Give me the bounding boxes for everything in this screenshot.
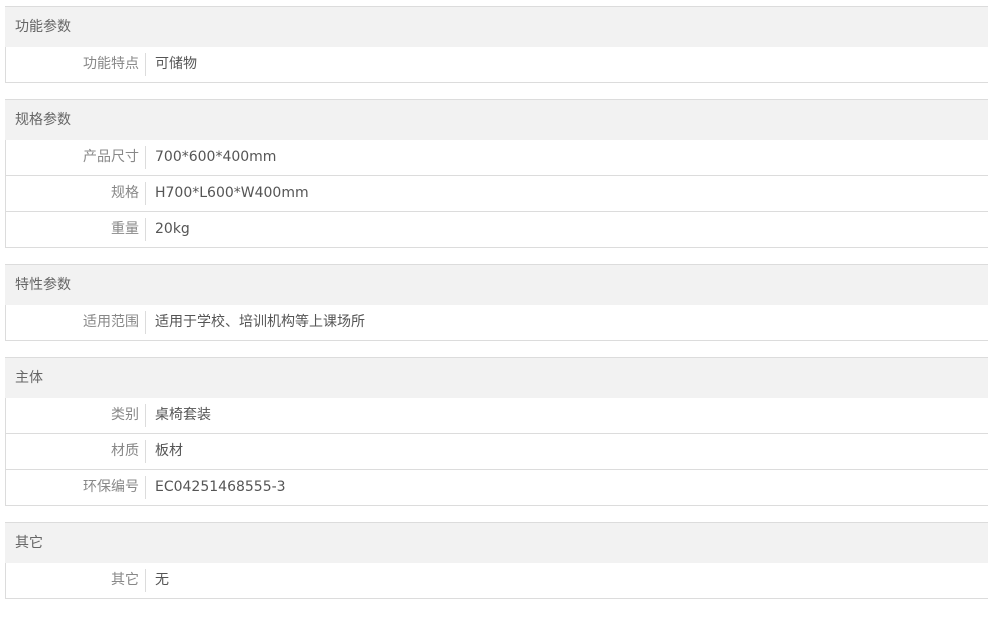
group-title: 特性参数	[5, 265, 988, 305]
row-value: 板材	[155, 443, 183, 459]
row-value: 无	[155, 572, 169, 588]
spec-row: 其它 无	[5, 563, 988, 599]
row-value: 20kg	[155, 221, 190, 237]
row-label: 产品尺寸	[83, 149, 139, 165]
row-value: H700*L600*W400mm	[155, 185, 309, 201]
row-label: 其它	[111, 572, 139, 588]
group-title: 主体	[5, 358, 988, 398]
group-title: 功能参数	[5, 7, 988, 47]
row-value: 可储物	[155, 56, 197, 72]
spec-group-specification: 规格参数 产品尺寸 700*600*400mm 规格 H700*L600*W40…	[5, 99, 988, 248]
spec-table: 功能参数 功能特点 可储物 规格参数 产品尺寸 700*600*400mm 规格…	[5, 6, 988, 599]
spec-group-main-body: 主体 类别 桌椅套装 材质 板材 环保编号 EC04251468555-3	[5, 357, 988, 506]
spec-row: 环保编号 EC04251468555-3	[5, 470, 988, 506]
group-title: 其它	[5, 523, 988, 563]
spec-row: 规格 H700*L600*W400mm	[5, 176, 988, 212]
spec-row: 材质 板材	[5, 434, 988, 470]
spec-group-features: 特性参数 适用范围 适用于学校、培训机构等上课场所	[5, 264, 988, 341]
row-value: 适用于学校、培训机构等上课场所	[155, 314, 365, 330]
spec-row: 功能特点 可储物	[5, 47, 988, 83]
row-label: 适用范围	[83, 314, 139, 330]
row-value: 桌椅套装	[155, 407, 211, 423]
spec-row: 产品尺寸 700*600*400mm	[5, 140, 988, 176]
spec-row: 重量 20kg	[5, 212, 988, 248]
row-label: 重量	[111, 221, 139, 237]
row-value: EC04251468555-3	[155, 479, 286, 495]
row-label: 功能特点	[83, 56, 139, 72]
spec-group-function: 功能参数 功能特点 可储物	[5, 6, 988, 83]
row-label: 环保编号	[83, 479, 139, 495]
row-label: 类别	[111, 407, 139, 423]
group-title: 规格参数	[5, 100, 988, 140]
spec-row: 适用范围 适用于学校、培训机构等上课场所	[5, 305, 988, 341]
spec-group-other: 其它 其它 无	[5, 522, 988, 599]
spec-row: 类别 桌椅套装	[5, 398, 988, 434]
row-value: 700*600*400mm	[155, 149, 277, 165]
row-label: 规格	[111, 185, 139, 201]
row-label: 材质	[111, 443, 139, 459]
